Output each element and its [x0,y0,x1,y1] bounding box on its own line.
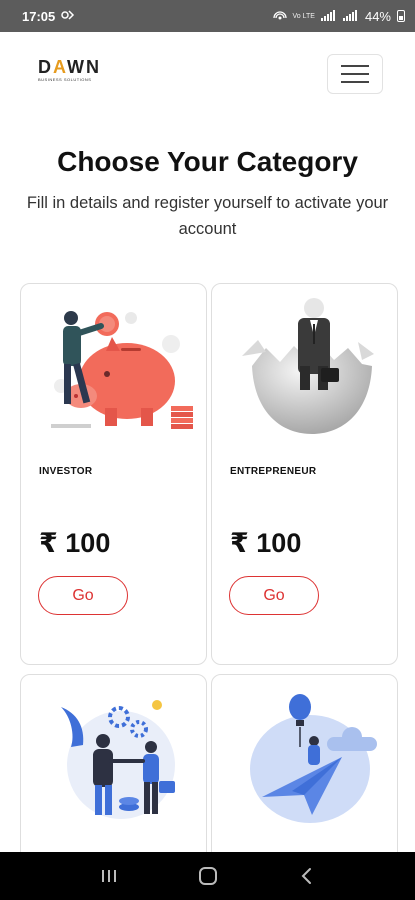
signal-icon-2 [342,9,359,24]
logo-wordmark: DAWN [38,58,102,76]
status-time: 17:05 [22,8,56,24]
status-right: Vo LTE 44% [272,8,405,24]
category-card-4[interactable] [211,674,398,874]
battery-icon [397,10,405,22]
category-card-entrepreneur[interactable]: ENTREPRENEUR ₹ 100 Go [211,283,398,665]
recent-apps-icon[interactable] [100,868,118,884]
page-title: Choose Your Category [57,146,358,177]
logo-subtitle: BUSINESS SOLUTIONS [38,77,92,82]
page-subtitle: Fill in details and register yourself to… [26,194,389,238]
menu-line-icon [341,81,369,83]
menu-line-icon [341,73,369,75]
hamburger-menu-button[interactable] [327,54,383,94]
battery-percent: 44% [364,8,391,24]
hotspot-icon [272,9,287,24]
signal-icon [320,9,337,24]
card-label: ENTREPRENEUR [230,466,317,477]
system-nav-bar [0,852,415,900]
piggy-bank-illustration [31,296,198,436]
dawn-logo[interactable]: DAWN BUSINESS SOLUTIONS [38,58,102,88]
menu-line-icon [341,65,369,67]
logo-letters-wn: WN [67,57,102,77]
back-icon[interactable] [299,867,315,885]
app-header: DAWN BUSINESS SOLUTIONS [0,32,415,112]
category-card-3[interactable] [20,674,207,874]
go-button-entrepreneur[interactable]: Go [229,576,319,615]
notification-icon [61,9,75,24]
handshake-illustration [31,687,198,827]
status-bar: 17:05 Vo LTE 44% [0,0,415,32]
logo-letter-a: A [53,57,68,77]
card-price: ₹ 100 [230,528,302,558]
businessman-egg-illustration [222,296,389,436]
card-price: ₹ 100 [39,528,111,558]
network-type: Vo LTE [292,12,315,20]
go-button-investor[interactable]: Go [38,576,128,615]
category-card-investor[interactable]: INVESTOR ₹ 100 Go [20,283,207,665]
paper-plane-illustration [222,687,389,827]
status-left: 17:05 [22,9,75,24]
logo-letter-d: D [38,57,53,77]
home-icon[interactable] [198,866,218,886]
card-label: INVESTOR [39,466,93,477]
